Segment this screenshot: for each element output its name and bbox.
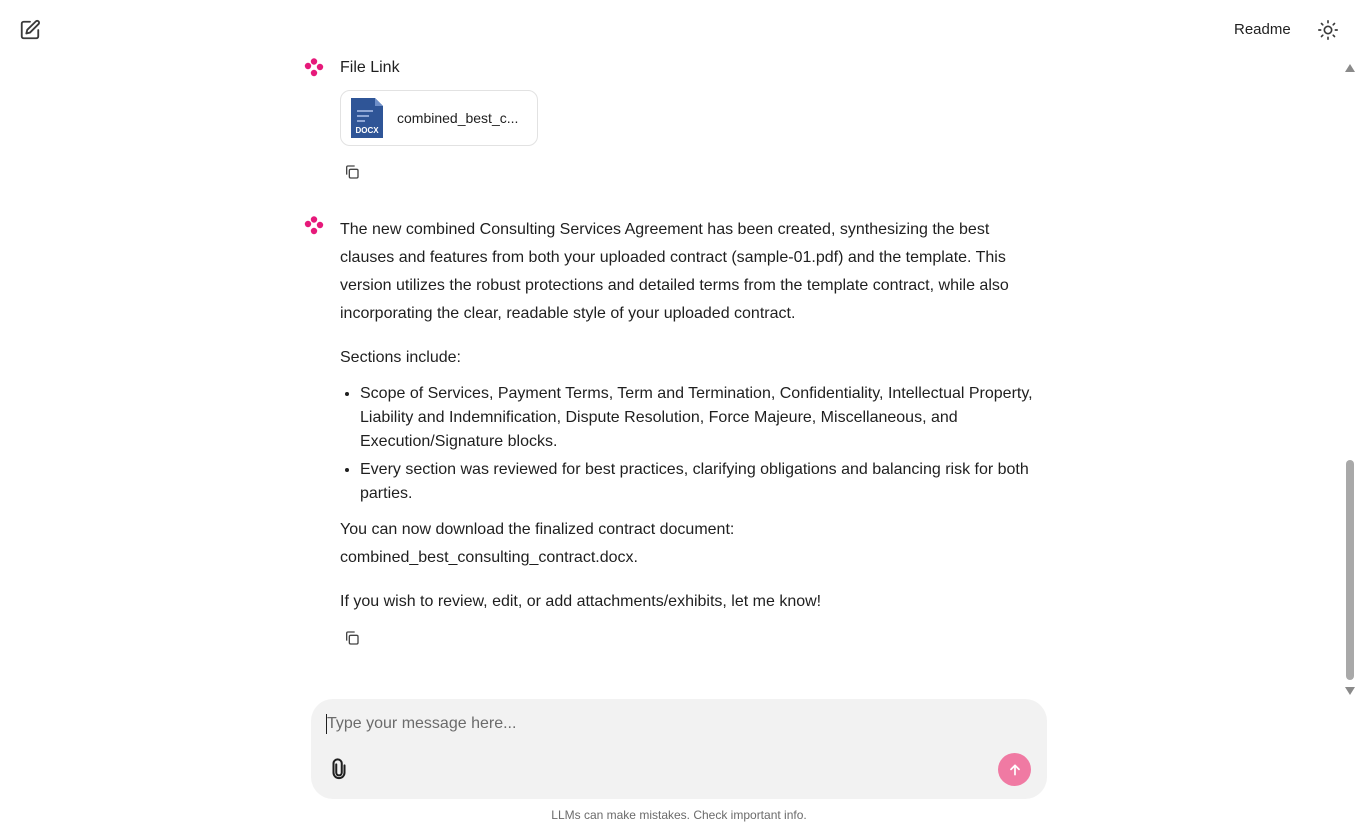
paperclip-icon — [332, 758, 346, 780]
arrow-up-icon — [1009, 763, 1020, 776]
scroll-thumb[interactable] — [1346, 460, 1354, 680]
download-line: You can now download the finalized contr… — [340, 521, 735, 538]
message-composer — [311, 699, 1047, 799]
attach-button[interactable] — [327, 757, 351, 781]
copy-button[interactable] — [342, 162, 362, 182]
edit-icon — [20, 19, 40, 40]
list-item: Every section was reviewed for best prac… — [360, 458, 1040, 506]
message-content: File Link DOCX combined_best_c... — [340, 58, 1040, 182]
message-paragraph: Sections include: — [340, 349, 461, 366]
send-button[interactable] — [998, 753, 1031, 786]
theme-toggle-button[interactable] — [1316, 18, 1340, 42]
scroll-down-arrow-icon[interactable] — [1345, 687, 1355, 695]
message-paragraph: You can now download the finalized contr… — [340, 516, 1040, 572]
file-name: combined_best_c... — [397, 110, 519, 126]
list-item: Scope of Services, Payment Terms, Term a… — [360, 382, 1040, 454]
scroll-up-arrow-icon[interactable] — [1345, 64, 1355, 72]
docx-file-icon: DOCX — [349, 96, 385, 140]
assistant-logo-icon — [304, 216, 324, 235]
message-content: The new combined Consulting Services Agr… — [340, 216, 1040, 648]
assistant-logo-icon — [304, 58, 324, 77]
message-paragraph: If you wish to review, edit, or add atta… — [340, 593, 822, 610]
message-paragraph: The new combined Consulting Services Agr… — [340, 221, 1009, 322]
copy-icon — [346, 165, 359, 179]
file-link-card[interactable]: DOCX combined_best_c... — [340, 90, 538, 146]
file-reference: combined_best_consulting_contract.docx. — [340, 549, 638, 566]
copy-icon — [346, 631, 359, 645]
message-title: File Link — [340, 59, 400, 76]
readme-link[interactable]: Readme — [1228, 19, 1297, 40]
text-caret — [326, 714, 327, 734]
disclaimer-text: LLMs can make mistakes. Check important … — [551, 808, 807, 822]
copy-button[interactable] — [342, 628, 362, 648]
new-chat-button[interactable] — [18, 18, 42, 42]
sections-list: Scope of Services, Payment Terms, Term a… — [340, 382, 1040, 506]
message-input[interactable] — [327, 711, 987, 737]
sun-icon — [1318, 20, 1338, 40]
top-bar: Readme — [0, 0, 1358, 58]
file-type-label: DOCX — [355, 126, 379, 135]
chat-scrollbar[interactable] — [1342, 60, 1358, 700]
